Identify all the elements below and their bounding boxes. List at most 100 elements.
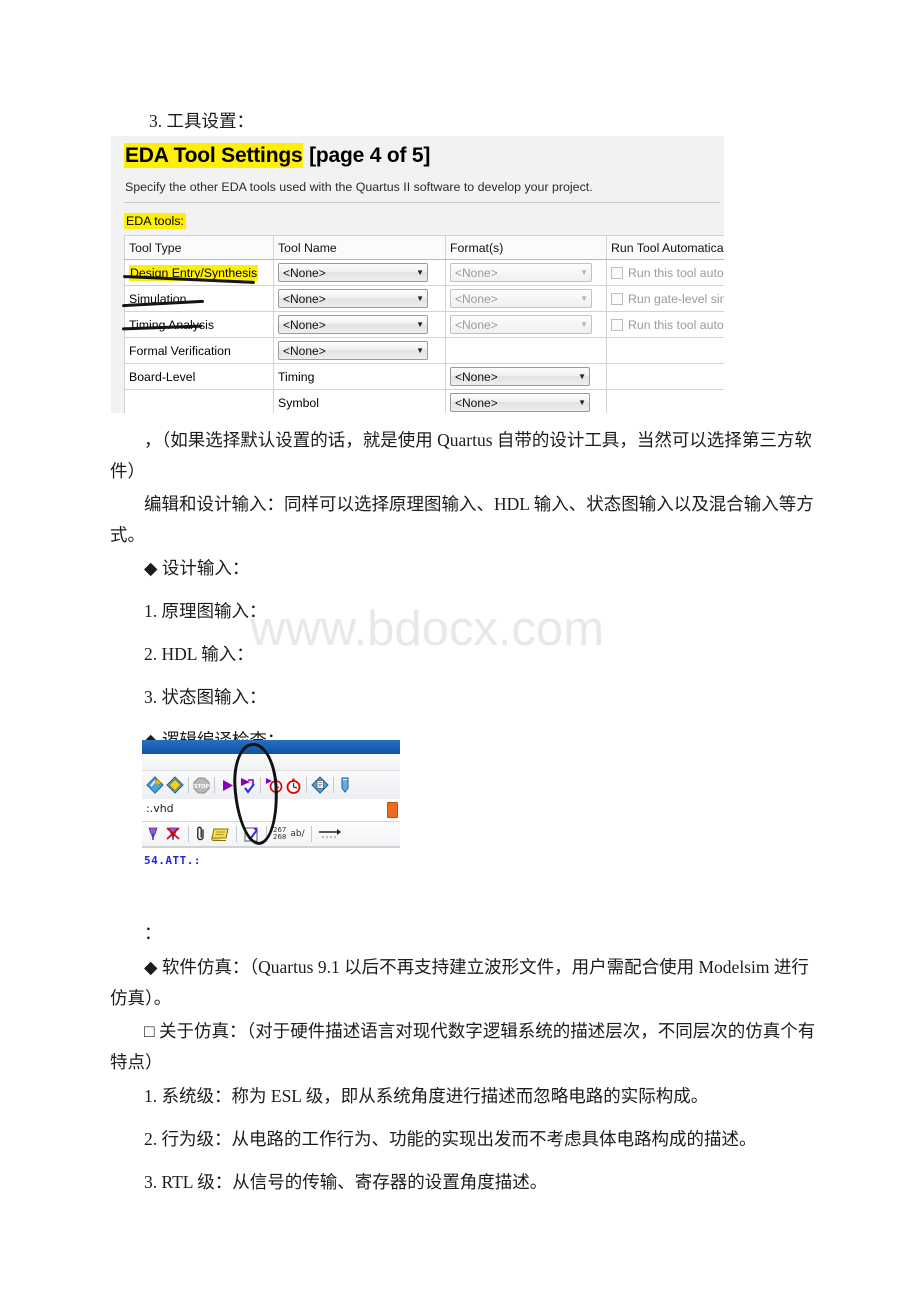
insert-pin-icon[interactable] [146, 826, 161, 842]
analyze-synthesis-icon[interactable] [146, 776, 164, 794]
paragraph-behavior-level: 2. 行为级：从电路的工作行为、功能的实现出发而不考虑具体电路构成的描述。 [144, 1129, 757, 1149]
format-value: <None> [455, 291, 498, 306]
toolbar-separator [306, 777, 307, 793]
eda-dialog-title: EDA Tool Settings [page 4 of 5] [124, 143, 431, 172]
tool-name-dropdown[interactable]: <None> ▼ [278, 289, 428, 308]
quartus-tab-label[interactable]: :.vhd [146, 802, 174, 815]
format-dropdown[interactable]: <None> ▼ [450, 367, 590, 386]
tool-name-value: <None> [283, 343, 326, 358]
format-dropdown[interactable]: <None> ▼ [450, 393, 590, 412]
table-row: Timing Analysis <None> ▼ <None> ▼ Run th… [124, 311, 724, 338]
run-tool-label: Run gate-level simula [628, 291, 724, 306]
format-value: <None> [455, 317, 498, 332]
toolbar-separator [188, 777, 189, 793]
cell-format: <None> ▼ [445, 259, 607, 286]
run-tool-checkbox[interactable] [611, 266, 623, 279]
paragraph-hdl-input: 2. HDL 输入： [144, 644, 254, 664]
tool-name-value: <None> [283, 265, 326, 280]
chevron-down-icon: ▼ [580, 293, 588, 303]
table-row: Formal Verification <None> ▼ [124, 337, 724, 364]
cell-run-automatically [606, 389, 724, 413]
paragraph-design-input-heading: ◆ 设计输入： [144, 558, 250, 578]
toolbar-separator [214, 777, 215, 793]
toolbar-separator [188, 826, 189, 842]
format-dropdown[interactable]: <None> ▼ [450, 289, 592, 308]
paragraph-state-diagram-input: 3. 状态图输入： [144, 687, 267, 707]
svg-text:STOP: STOP [194, 784, 210, 790]
note-icon[interactable] [211, 826, 230, 842]
format-value: <None> [455, 369, 498, 384]
column-header-tool-type: Tool Type [124, 235, 274, 260]
cell-tool-name: <None> ▼ [273, 311, 446, 338]
report-icon[interactable] [311, 776, 329, 794]
paragraph-colon: ： [144, 923, 162, 943]
heading-tool-settings: 3. 工具设置： [149, 111, 254, 131]
cell-tool-type [124, 389, 274, 413]
tool-name-dropdown[interactable]: <None> ▼ [278, 263, 428, 282]
tool-name-dropdown[interactable]: <None> ▼ [278, 341, 428, 360]
format-value: <None> [455, 395, 498, 410]
quartus-toolbar-screenshot: STOP:.vhd 267 268 ab/ 54.ATT.: [142, 740, 400, 877]
document-page: 3. 工具设置： EDA Tool Settings [page 4 of 5]… [0, 0, 920, 1302]
run-tool-checkbox[interactable] [611, 318, 623, 331]
arrow-icon[interactable] [318, 827, 342, 841]
format-value: <None> [455, 265, 498, 280]
cell-run-automatically: Run this tool automat [606, 259, 724, 286]
eda-dialog-subtitle: Specify the other EDA tools used with th… [125, 180, 593, 194]
chevron-down-icon: ▼ [416, 319, 424, 329]
table-header-row: Tool Type Tool Name Format(s) Run Tool A… [124, 235, 724, 260]
eda-divider [124, 202, 720, 203]
cell-tool-name: <None> ▼ [273, 337, 446, 364]
table-row: Symbol <None> ▼ [124, 389, 724, 413]
chevron-down-icon: ▼ [578, 397, 586, 407]
chevron-down-icon: ▼ [416, 345, 424, 355]
toolbar-separator [236, 826, 237, 842]
line-counter-icon[interactable]: 267 268 [273, 827, 286, 841]
quartus-tab-indicator [387, 802, 398, 818]
cell-format: <None> ▼ [445, 285, 607, 312]
cell-tool-type: Simulation [124, 285, 274, 312]
paragraph-schematic-input: 1. 原理图输入： [144, 601, 267, 621]
column-header-formats: Format(s) [445, 235, 607, 260]
cell-tool-name: <None> ▼ [273, 259, 446, 286]
run-tool-label: Run this tool automat [628, 317, 724, 332]
chevron-down-icon: ▼ [580, 319, 588, 329]
chevron-down-icon: ▼ [580, 267, 588, 277]
line-counter-bottom: 268 [273, 833, 287, 841]
tool-name-value: <None> [283, 291, 326, 306]
cell-run-automatically: Run this tool automat [606, 311, 724, 338]
chevron-down-icon: ▼ [416, 267, 424, 277]
stop-icon[interactable]: STOP [193, 777, 210, 794]
column-header-tool-name: Tool Name [273, 235, 446, 260]
chevron-down-icon: ▼ [578, 371, 586, 381]
cell-tool-name: Symbol [273, 389, 446, 413]
programmer-icon[interactable] [338, 776, 352, 794]
format-dropdown[interactable]: <None> ▼ [450, 263, 592, 282]
cell-tool-type: Board-Level [124, 363, 274, 390]
column-header-run-tool-automatically: Run Tool Automatically [606, 235, 724, 260]
eda-tool-settings-screenshot: EDA Tool Settings [page 4 of 5] Specify … [111, 136, 724, 413]
run-tool-label: Run this tool automat [628, 265, 724, 280]
delete-pin-icon[interactable] [165, 826, 182, 842]
quartus-title-bar [142, 740, 400, 754]
cell-tool-type: Formal Verification [124, 337, 274, 364]
eda-title-page-indicator: [page 4 of 5] [303, 144, 431, 167]
eda-tools-table: Tool Type Tool Name Format(s) Run Tool A… [124, 235, 724, 413]
paragraph-about-simulation: □ 关于仿真：（对于硬件描述语言对现代数字逻辑系统的描述层次，不同层次的仿真个有… [110, 1021, 816, 1072]
eda-title-highlighted: EDA Tool Settings [124, 143, 304, 168]
timing-analyzer-icon[interactable] [285, 777, 302, 794]
paragraph-rtl-level: 3. RTL 级：从信号的传输、寄存器的设置角度描述。 [144, 1172, 548, 1192]
paperclip-icon[interactable] [195, 826, 207, 843]
run-tool-checkbox[interactable] [611, 292, 623, 305]
tool-name-dropdown[interactable]: <None> ▼ [278, 315, 428, 334]
paragraph-edit-design-input: 编辑和设计输入：同样可以选择原理图输入、HDL 输入、状态图输入以及混合输入等方… [110, 494, 814, 545]
cell-run-automatically: Run gate-level simula [606, 285, 724, 312]
cell-format: <None> ▼ [445, 363, 607, 390]
find-text-icon[interactable]: ab/ [290, 829, 304, 839]
paragraph-system-level: 1. 系统级：称为 ESL 级，即从系统角度进行描述而忽略电路的实际构成。 [144, 1086, 709, 1106]
cell-run-automatically [606, 337, 724, 364]
table-row: Simulation <None> ▼ <None> ▼ Run gate-le… [124, 285, 724, 312]
format-dropdown[interactable]: <None> ▼ [450, 315, 592, 334]
compile-design-icon[interactable] [166, 776, 184, 794]
cell-format: <None> ▼ [445, 311, 607, 338]
